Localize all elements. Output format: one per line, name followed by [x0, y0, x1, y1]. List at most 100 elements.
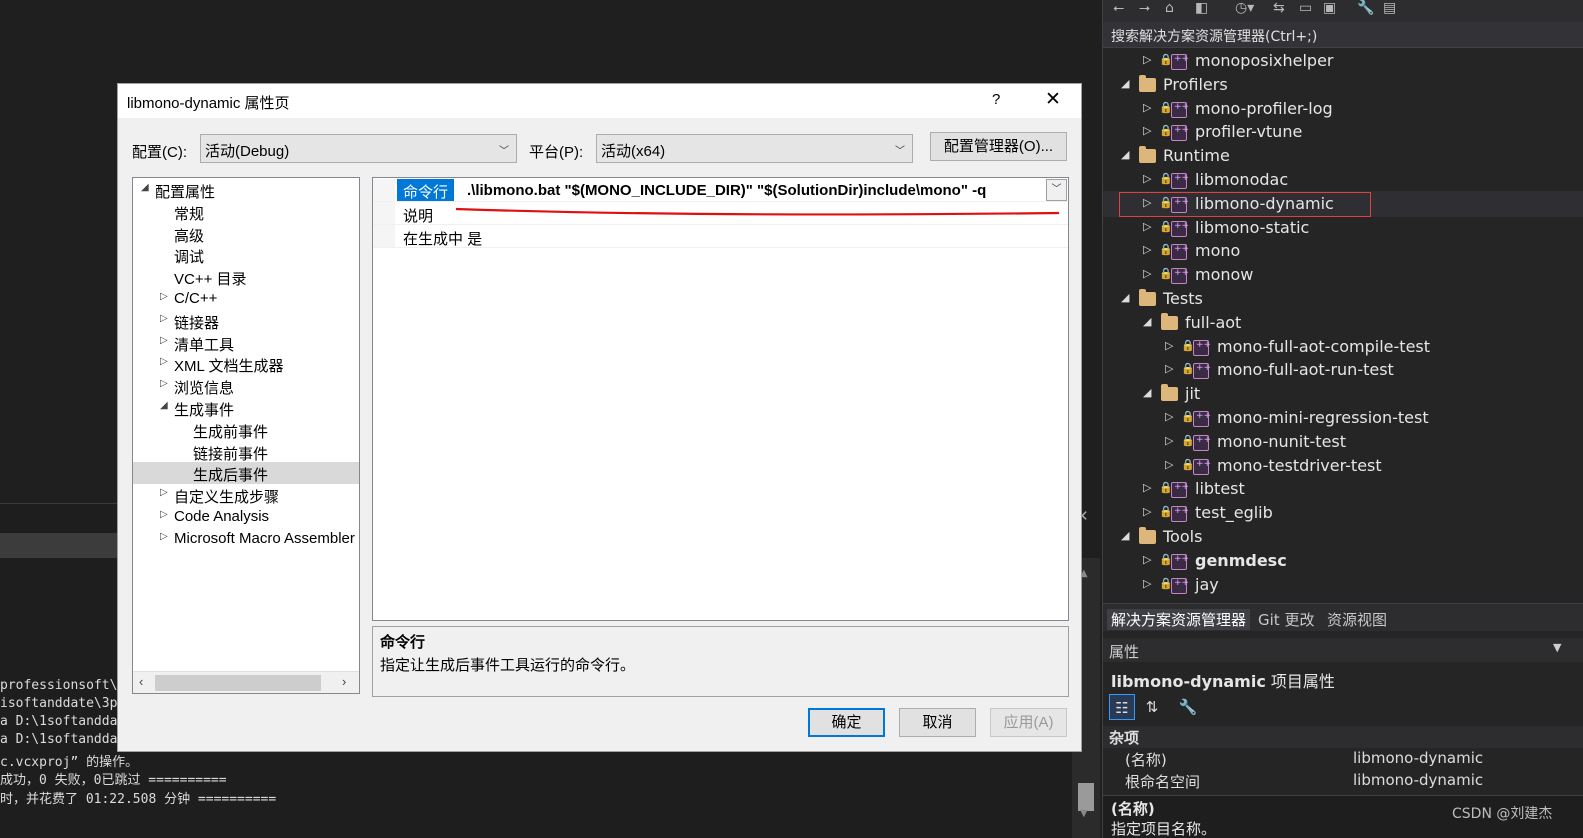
collapsed-arrow-icon[interactable]: ▷ [1143, 220, 1151, 233]
collapsed-arrow-icon[interactable]: ▷ [1143, 124, 1151, 137]
nav-item[interactable]: ◢ 生成事件 [133, 397, 359, 419]
tab-resource-view[interactable]: 资源视图 [1327, 609, 1387, 630]
property-row[interactable]: (名称) libmono-dynamic [1103, 748, 1583, 770]
collapsed-arrow-icon[interactable]: ▷ [160, 378, 168, 389]
ok-button[interactable]: 确定 [808, 708, 885, 737]
collapsed-arrow-icon[interactable]: ▷ [160, 313, 168, 324]
tree-item[interactable]: ▷🔒mono [1103, 240, 1583, 264]
collapsed-arrow-icon[interactable]: ▷ [160, 291, 168, 302]
nav-item[interactable]: ▷ 自定义生成步骤 [133, 484, 359, 506]
chevron-down-icon[interactable]: ﹀ [1046, 179, 1067, 201]
collapsed-arrow-icon[interactable]: ▷ [1143, 505, 1151, 518]
vs-icon[interactable]: ◧ [1195, 0, 1208, 16]
help-button[interactable]: ? [992, 91, 1000, 108]
tree-item[interactable]: ▷🔒libmonodac [1103, 169, 1583, 193]
tree-item[interactable]: ▷🔒mono-mini-regression-test [1103, 407, 1583, 431]
nav-item[interactable]: 生成前事件 [133, 419, 359, 441]
nav-item[interactable]: 链接前事件 [133, 441, 359, 463]
nav-item[interactable]: ▷ XML 文档生成器 [133, 353, 359, 375]
expanded-arrow-icon[interactable]: ◢ [1143, 386, 1151, 399]
scroll-thumb[interactable] [1078, 783, 1094, 811]
collapsed-arrow-icon[interactable]: ▷ [1143, 267, 1151, 280]
config-manager-button[interactable]: 配置管理器(O)... [930, 132, 1067, 161]
collapsed-arrow-icon[interactable]: ▷ [1165, 410, 1173, 423]
nav-item[interactable]: ▷ 浏览信息 [133, 375, 359, 397]
collapsed-arrow-icon[interactable]: ▷ [160, 335, 168, 346]
collapsed-arrow-icon[interactable]: ▷ [160, 509, 168, 520]
nav-item[interactable]: ▷ Microsoft Macro Assembler [133, 528, 359, 550]
close-button[interactable]: ✕ [1045, 88, 1061, 111]
sync-icon[interactable]: ⇆ [1273, 0, 1285, 16]
nav-item[interactable]: ▷ 清单工具 [133, 332, 359, 354]
chevron-down-icon[interactable]: ▼ [1553, 641, 1561, 654]
tree-item[interactable]: ◢ Runtime [1103, 145, 1583, 169]
tree-item[interactable]: ◢ Tools [1103, 526, 1583, 550]
collapsed-arrow-icon[interactable]: ▷ [1143, 243, 1151, 256]
nav-horizontal-scrollbar[interactable]: ‹ › [133, 671, 359, 693]
collapsed-arrow-icon[interactable]: ▷ [1143, 553, 1151, 566]
nav-item[interactable]: 生成后事件 [133, 462, 359, 485]
tree-item[interactable]: ▷🔒mono-profiler-log [1103, 98, 1583, 122]
collapsed-arrow-icon[interactable]: ▷ [1143, 481, 1151, 494]
grid-row-command-line[interactable]: 命令行 .\libmono.bat "$(MONO_INCLUDE_DIR)" … [373, 179, 1068, 202]
tree-item[interactable]: ▷🔒mono-nunit-test [1103, 431, 1583, 455]
home-icon[interactable]: ⌂ [1165, 0, 1174, 16]
collapsed-arrow-icon[interactable]: ▷ [160, 356, 168, 367]
history-icon[interactable]: ◷▾ [1235, 0, 1254, 16]
expanded-arrow-icon[interactable]: ◢ [1121, 291, 1129, 304]
tree-item[interactable]: ▷🔒genmdesc [1103, 550, 1583, 574]
tree-item[interactable]: ▷🔒test_eglib [1103, 502, 1583, 526]
collapsed-arrow-icon[interactable]: ▷ [1165, 434, 1173, 447]
expanded-arrow-icon[interactable]: ◢ [141, 182, 149, 193]
tree-item[interactable]: ▷🔒mono-testdriver-test [1103, 455, 1583, 479]
tree-item[interactable]: ▷🔒libmono-static [1103, 217, 1583, 241]
collapsed-arrow-icon[interactable]: ▷ [1165, 339, 1173, 352]
expanded-arrow-icon[interactable]: ◢ [160, 400, 168, 411]
expanded-arrow-icon[interactable]: ◢ [1121, 77, 1129, 90]
collapsed-arrow-icon[interactable]: ▷ [1143, 101, 1151, 114]
grid-row-use-in-build[interactable]: 在生成中 是 [373, 225, 1068, 248]
tree-item[interactable]: ◢ full-aot [1103, 312, 1583, 336]
tree-item[interactable]: ▷🔒monow [1103, 264, 1583, 288]
platform-dropdown[interactable]: 活动(x64) ﹀ [596, 134, 913, 163]
tree-item[interactable]: ▷🔒jay [1103, 574, 1583, 598]
collapsed-arrow-icon[interactable]: ▷ [1143, 172, 1151, 185]
tree-item[interactable]: ▷🔒libtest [1103, 478, 1583, 502]
forward-icon[interactable]: ⭢ [1139, 0, 1150, 16]
alphabetical-icon[interactable]: ⇅ [1139, 694, 1165, 720]
tab-solution-explorer[interactable]: 解决方案资源管理器 [1107, 609, 1251, 630]
property-category[interactable]: 杂项 [1103, 726, 1583, 748]
cancel-button[interactable]: 取消 [899, 708, 976, 737]
tree-item[interactable]: ◢ jit [1103, 383, 1583, 407]
expanded-arrow-icon[interactable]: ◢ [1121, 529, 1129, 542]
categorized-icon[interactable]: ☷ [1109, 694, 1135, 720]
nav-item[interactable]: 高级 [133, 223, 359, 245]
scroll-left-icon[interactable]: ‹ [139, 674, 143, 689]
tree-item[interactable]: ▷🔒monoposixhelper [1103, 50, 1583, 74]
scroll-down-icon[interactable]: ▼ [1080, 808, 1088, 819]
tree-item[interactable]: ▷🔒mono-full-aot-compile-test [1103, 336, 1583, 360]
solution-search-input[interactable]: 搜索解决方案资源管理器(Ctrl+;) [1103, 22, 1583, 48]
property-pages-icon[interactable]: 🔧 [1175, 694, 1201, 720]
collapsed-arrow-icon[interactable]: ▷ [1165, 362, 1173, 375]
nav-item[interactable]: 调试 [133, 244, 359, 266]
scroll-right-icon[interactable]: › [342, 674, 346, 689]
back-icon[interactable]: ⭠ [1113, 0, 1124, 16]
property-value[interactable]: .\libmono.bat "$(MONO_INCLUDE_DIR)" "$(S… [467, 182, 986, 199]
wrench-icon[interactable]: 🔧 [1357, 0, 1374, 16]
tab-git-changes[interactable]: Git 更改 [1258, 609, 1314, 630]
tree-item[interactable]: ◢ Tests [1103, 288, 1583, 312]
expanded-arrow-icon[interactable]: ◢ [1121, 148, 1129, 161]
expanded-arrow-icon[interactable]: ◢ [1143, 315, 1151, 328]
nav-item[interactable]: ◢ 配置属性 [133, 179, 359, 201]
nav-item[interactable]: ▷ C/C++ [133, 288, 359, 310]
collapsed-arrow-icon[interactable]: ▷ [1165, 458, 1173, 471]
tree-item[interactable]: ▷🔒profiler-vtune [1103, 121, 1583, 145]
collapsed-arrow-icon[interactable]: ▷ [1143, 577, 1151, 590]
collapsed-arrow-icon[interactable]: ▷ [1143, 53, 1151, 66]
collapsed-arrow-icon[interactable]: ▷ [160, 531, 168, 542]
show-all-icon[interactable]: ▣ [1323, 0, 1336, 16]
properties-object[interactable]: libmono-dynamic 项目属性 [1111, 668, 1335, 692]
config-dropdown[interactable]: 活动(Debug) ﹀ [200, 134, 517, 163]
nav-item[interactable]: VC++ 目录 [133, 266, 359, 288]
